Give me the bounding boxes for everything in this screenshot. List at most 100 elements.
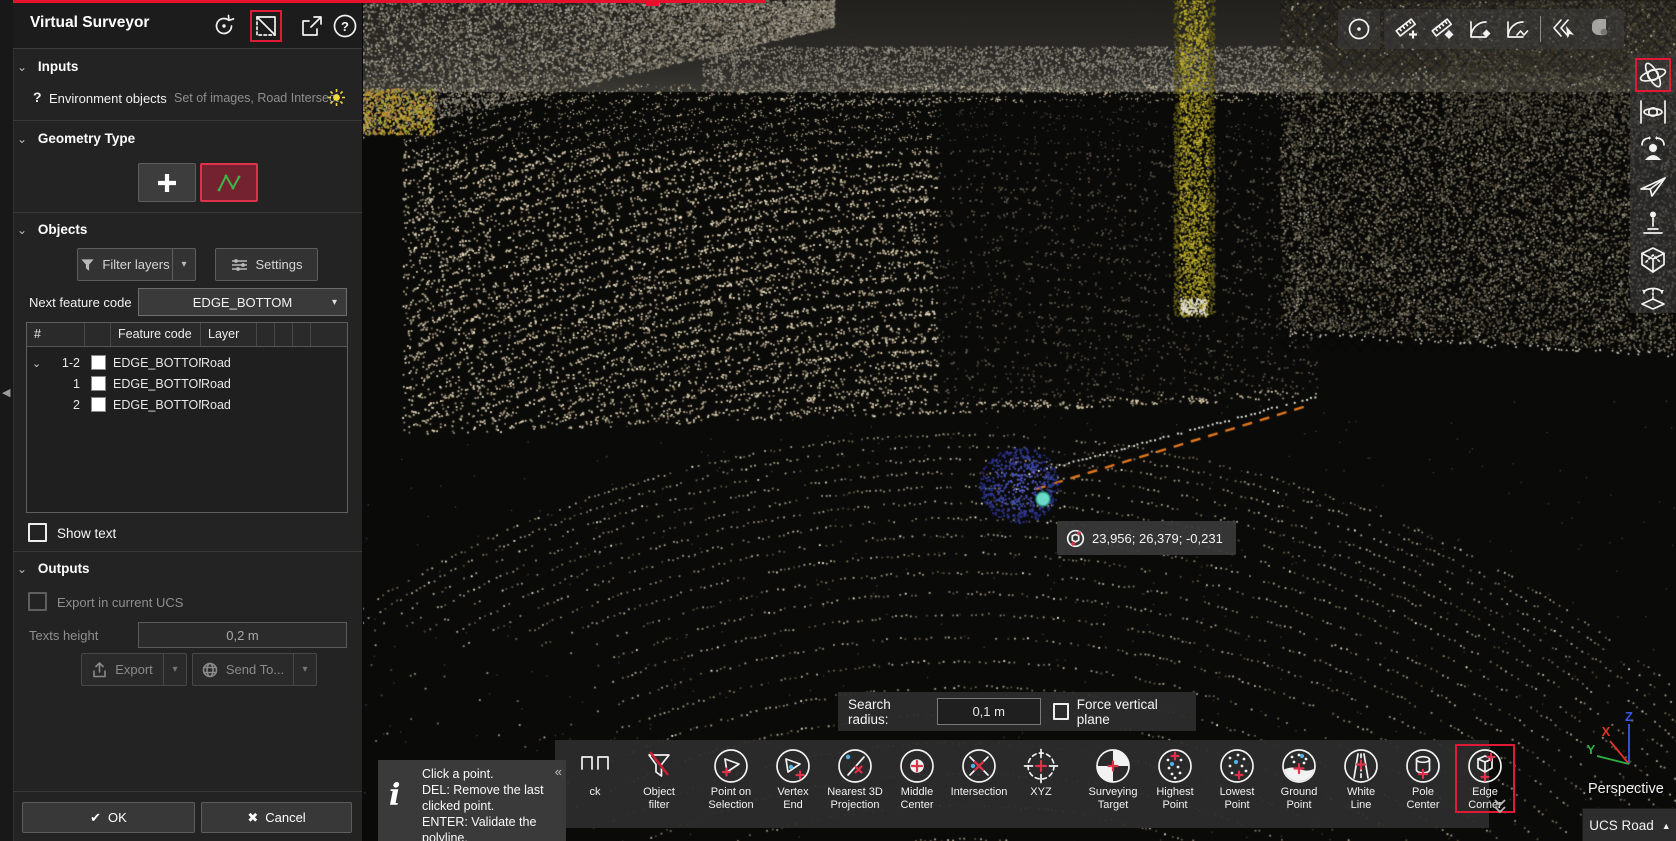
section-geometry-type-label: Geometry Type bbox=[38, 131, 135, 146]
section-objects[interactable]: ⌄ Objects bbox=[17, 222, 87, 237]
row-expand-chevron-icon[interactable]: ⌄ bbox=[32, 357, 41, 370]
previous-measurements-icon[interactable] bbox=[1551, 16, 1578, 42]
ucs-selector-button[interactable]: UCS Road ▲ bbox=[1582, 808, 1676, 841]
export-dropdown[interactable]: ▾ bbox=[164, 653, 187, 686]
add-area-measure-icon[interactable] bbox=[1430, 16, 1457, 42]
search-radius-input[interactable]: 0,1 m bbox=[937, 698, 1041, 725]
snap-label-line2: filter bbox=[643, 799, 675, 812]
visibility-sun-icon[interactable] bbox=[327, 88, 346, 110]
snap-xyz[interactable]: XYZ bbox=[1011, 744, 1071, 801]
export-label: Export bbox=[115, 662, 153, 677]
snap-highest-point[interactable]: Highest Point bbox=[1145, 744, 1205, 813]
ok-button[interactable]: ✔ OK bbox=[22, 802, 195, 833]
view-cube-tool-button[interactable] bbox=[1637, 245, 1669, 275]
add-distance-measure-icon[interactable] bbox=[1394, 16, 1421, 42]
objects-table-header: # Feature code Layer bbox=[27, 323, 347, 347]
edge-corner-icon bbox=[1466, 747, 1504, 785]
row-feature-code: EDGE_BOTTOM bbox=[111, 377, 201, 391]
force-vertical-plane-checkbox[interactable] bbox=[1053, 703, 1069, 720]
table-row[interactable]: 2 EDGE_BOTTOM Road bbox=[27, 394, 347, 415]
section-geometry-type[interactable]: ⌄ Geometry Type bbox=[17, 131, 135, 146]
send-to-button[interactable]: Send To... bbox=[192, 653, 294, 686]
snap-lowest-point[interactable]: Lowest Point bbox=[1207, 744, 1267, 813]
snap-label: Nearest 3D Projection bbox=[827, 786, 883, 811]
snap-label-line1: Middle bbox=[900, 786, 933, 799]
blocks-icon bbox=[576, 747, 614, 785]
snap-vertex-end[interactable]: Vertex End bbox=[763, 744, 823, 813]
hint-line1: Click a point. bbox=[422, 766, 558, 782]
settings-label: Settings bbox=[256, 257, 303, 272]
separator bbox=[1540, 16, 1541, 42]
snap-point-on-selection[interactable]: Point on Selection bbox=[701, 744, 761, 813]
snap-white-line[interactable]: White Line bbox=[1331, 744, 1391, 813]
look-around-tool-button[interactable] bbox=[1637, 134, 1669, 164]
snap-surveying-target[interactable]: Surveying Target bbox=[1083, 744, 1143, 813]
row-number: 1-2 bbox=[62, 356, 80, 370]
snap-intersection[interactable]: Intersection bbox=[949, 744, 1009, 801]
snap-label: Ground Point bbox=[1281, 786, 1318, 811]
snap-label-line1: Point on bbox=[708, 786, 753, 799]
snap-object-filter[interactable]: Object filter bbox=[629, 744, 689, 813]
texts-height-input[interactable]: 0,2 m bbox=[138, 622, 347, 648]
next-feature-code-dropdown[interactable]: EDGE_BOTTOM ▾ bbox=[138, 288, 347, 316]
snap-label: XYZ bbox=[1030, 786, 1051, 799]
open-external-button[interactable] bbox=[297, 12, 325, 40]
color-swatch[interactable] bbox=[91, 397, 106, 412]
constrained-orbit-icon bbox=[1638, 98, 1668, 126]
color-swatch[interactable] bbox=[91, 355, 106, 370]
reset-button[interactable] bbox=[210, 12, 238, 40]
panel-header: Virtual Surveyor bbox=[13, 0, 362, 49]
pick-point-mode-button[interactable] bbox=[1338, 9, 1380, 49]
info-icon: i bbox=[389, 778, 400, 813]
collapse-hint-button[interactable]: « bbox=[555, 764, 562, 779]
draw-section-button[interactable] bbox=[252, 12, 280, 40]
snap-toolbar-expand-button[interactable] bbox=[1491, 797, 1509, 820]
snap-pole-center[interactable]: Pole Center bbox=[1393, 744, 1453, 813]
filter-layers-button[interactable]: Filter layers bbox=[77, 248, 173, 281]
add-profile-measure-icon[interactable] bbox=[1504, 16, 1531, 42]
panel-collapse-arrow-icon[interactable]: ◀ bbox=[2, 386, 10, 399]
row-number: 2 bbox=[73, 398, 80, 412]
snap-label-line2: Point bbox=[1281, 799, 1318, 812]
turntable-tool-button[interactable] bbox=[1637, 282, 1669, 312]
globe-icon bbox=[202, 662, 218, 678]
polyline-geometry-button[interactable] bbox=[200, 163, 258, 202]
pole-center-icon bbox=[1404, 747, 1442, 785]
send-to-dropdown[interactable]: ▾ bbox=[294, 653, 317, 686]
add-geometry-button[interactable] bbox=[138, 163, 196, 202]
snap-nearest-3d-projection[interactable]: Nearest 3D Projection bbox=[825, 744, 885, 813]
constrained-orbit-tool-button[interactable] bbox=[1637, 97, 1669, 127]
filter-layers-dropdown[interactable]: ▾ bbox=[173, 248, 196, 281]
snap-label-line1: Pole bbox=[1406, 786, 1439, 799]
fly-tool-button[interactable] bbox=[1637, 171, 1669, 201]
snap-partial-button[interactable]: ck bbox=[573, 744, 617, 801]
table-row[interactable]: ⌄ 1-2 EDGE_BOTTOM Road bbox=[27, 352, 347, 373]
snap-label-line2: Point bbox=[1220, 799, 1255, 812]
axis-gizmo[interactable]: Z X Y bbox=[1583, 712, 1655, 781]
snap-label: Highest Point bbox=[1156, 786, 1193, 811]
section-inputs[interactable]: ⌄ Inputs bbox=[17, 59, 78, 74]
add-angle-measure-icon[interactable] bbox=[1467, 16, 1494, 42]
snap-label-line2: Selection bbox=[708, 799, 753, 812]
show-text-checkbox[interactable] bbox=[28, 523, 47, 542]
cross-icon: ✖ bbox=[247, 810, 258, 826]
cancel-button[interactable]: ✖ Cancel bbox=[201, 802, 352, 833]
hint-line2: DEL: Remove the last clicked point. bbox=[422, 782, 558, 814]
section-outputs[interactable]: ⌄ Outputs bbox=[17, 561, 90, 576]
table-row[interactable]: 1 EDGE_BOTTOM Road bbox=[27, 373, 347, 394]
stored-measurements-icon[interactable] bbox=[1587, 16, 1614, 42]
snap-label: White Line bbox=[1347, 786, 1375, 811]
export-button[interactable]: Export bbox=[81, 653, 164, 686]
settings-button[interactable]: Settings bbox=[215, 248, 318, 281]
orbit-tool-button[interactable] bbox=[1637, 60, 1669, 90]
pedestrian-tool-button[interactable] bbox=[1637, 208, 1669, 238]
export-ucs-checkbox[interactable] bbox=[28, 592, 47, 611]
color-swatch[interactable] bbox=[91, 376, 106, 391]
snap-label-line2: Target bbox=[1089, 799, 1138, 812]
snap-toolbar: ck Object filter Point on Selection bbox=[555, 740, 1489, 828]
help-button[interactable]: ? bbox=[331, 12, 359, 40]
snap-ground-point[interactable]: Ground Point bbox=[1269, 744, 1329, 813]
snap-middle-center[interactable]: Middle Center bbox=[887, 744, 947, 813]
snap-label: Pole Center bbox=[1406, 786, 1439, 811]
paper-plane-icon bbox=[1638, 172, 1668, 200]
